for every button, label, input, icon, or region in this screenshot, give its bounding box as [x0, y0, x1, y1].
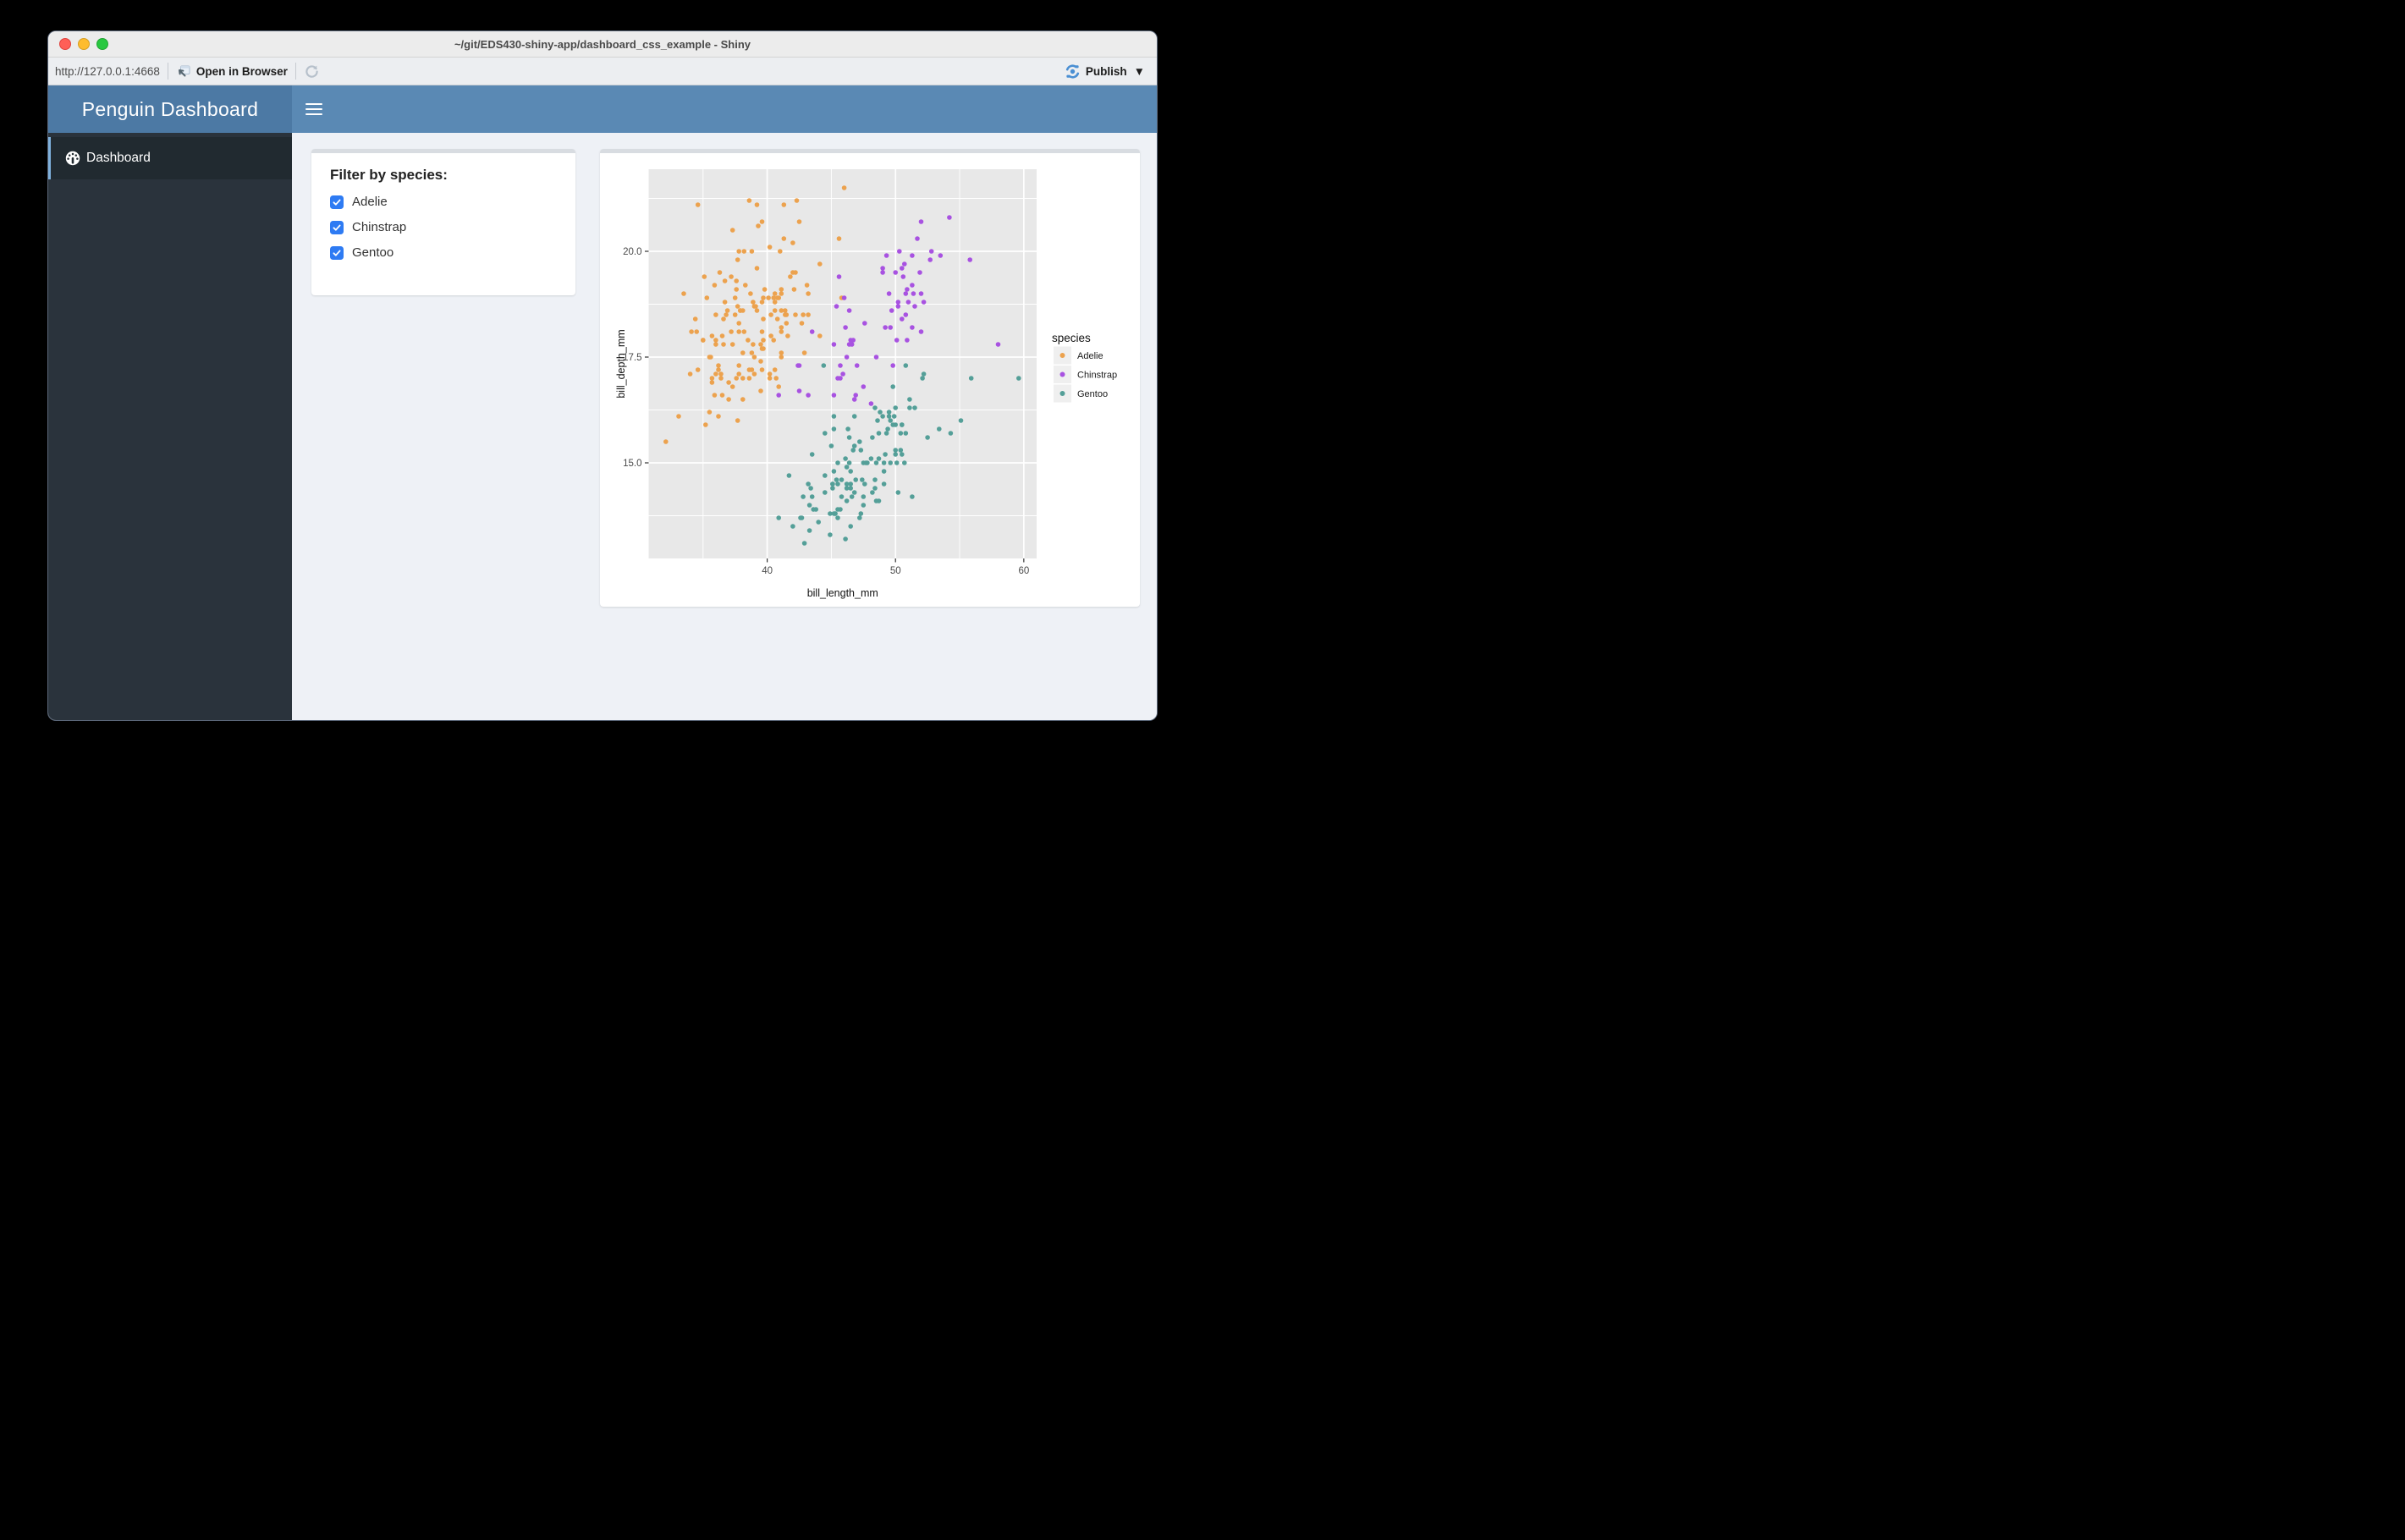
- checkbox-chinstrap[interactable]: Chinstrap: [330, 220, 559, 234]
- open-in-browser-label: Open in Browser: [195, 64, 288, 78]
- tachometer-icon: [65, 151, 80, 166]
- dashboard-header: Penguin Dashboard: [48, 85, 1157, 133]
- svg-text:40: 40: [762, 566, 773, 576]
- refresh-icon: [305, 64, 318, 78]
- checkbox-label: Chinstrap: [352, 220, 407, 234]
- svg-text:20.0: 20.0: [623, 247, 641, 257]
- scatter-plot: 15.017.520.040 50 60bill_length_mmbill_dep…: [615, 169, 1117, 599]
- publish-label: Publish: [1085, 64, 1127, 78]
- svg-text:Chinstrap: Chinstrap: [1077, 371, 1117, 381]
- svg-text:species: species: [1052, 332, 1091, 344]
- window-title: ~/git/EDS430-shiny-app/dashboard_css_exa…: [454, 37, 751, 51]
- open-in-browser-icon: [178, 65, 190, 77]
- zoom-button[interactable]: [96, 38, 108, 50]
- filter-title: Filter by species:: [330, 167, 448, 183]
- svg-text:bill_depth_mm: bill_depth_mm: [615, 329, 627, 398]
- open-in-browser-button[interactable]: Open in Browser: [176, 63, 288, 79]
- toolbar-divider: [294, 63, 296, 80]
- checkbox-checked-icon[interactable]: [330, 195, 344, 209]
- window-titlebar: ~/git/EDS430-shiny-app/dashboard_css_exa…: [48, 31, 1157, 58]
- minimize-button[interactable]: [78, 38, 90, 50]
- svg-text:60: 60: [1018, 566, 1029, 576]
- dashboard-sidebar: Dashboard: [48, 133, 292, 720]
- dashboard-navbar: [292, 85, 1157, 133]
- close-button[interactable]: [59, 38, 71, 50]
- checkbox-checked-icon[interactable]: [330, 220, 344, 234]
- svg-text:Gentoo: Gentoo: [1077, 389, 1108, 399]
- svg-text:15.0: 15.0: [623, 459, 641, 469]
- checkbox-label: Gentoo: [352, 245, 394, 260]
- filter-box: Filter by species: Adelie Chinstrap Gent…: [311, 149, 575, 295]
- url-text: http://127.0.0.1:4668: [55, 64, 160, 78]
- viewer-toolbar: http://127.0.0.1:4668 Open in Browser Pu…: [48, 58, 1157, 85]
- checkbox-label: Adelie: [352, 195, 388, 209]
- box-top-border: [311, 149, 575, 153]
- dashboard-title: Penguin Dashboard: [48, 85, 292, 133]
- window-controls: [59, 31, 108, 57]
- svg-text:bill_length_mm: bill_length_mm: [807, 587, 878, 599]
- publish-button[interactable]: Publish ▼: [1065, 63, 1145, 80]
- checkbox-adelie[interactable]: Adelie: [330, 195, 559, 209]
- svg-text:Adelie: Adelie: [1077, 351, 1103, 361]
- checkbox-checked-icon[interactable]: [330, 245, 344, 260]
- svg-text:50: 50: [890, 566, 901, 576]
- sidebar-toggle-button[interactable]: [305, 102, 322, 116]
- sidebar-item-label: Dashboard: [86, 151, 151, 165]
- publish-dropdown-caret[interactable]: ▼: [1134, 65, 1145, 78]
- plot-box: 15.0 17.5 20.0 40 50 60 bill_length_mm bill_dep…: [600, 149, 1140, 607]
- app-window: ~/git/EDS430-shiny-app/dashboard_css_exa…: [48, 31, 1157, 720]
- refresh-button[interactable]: [304, 63, 320, 80]
- publish-icon: [1065, 63, 1079, 79]
- dashboard-body: Filter by species: Adelie Chinstrap Gent…: [292, 133, 1157, 720]
- checkbox-gentoo[interactable]: Gentoo: [330, 245, 559, 260]
- sidebar-item-dashboard[interactable]: Dashboard: [48, 137, 292, 179]
- shiny-app: Penguin Dashboard Dashboard Filter by sp…: [48, 85, 1157, 720]
